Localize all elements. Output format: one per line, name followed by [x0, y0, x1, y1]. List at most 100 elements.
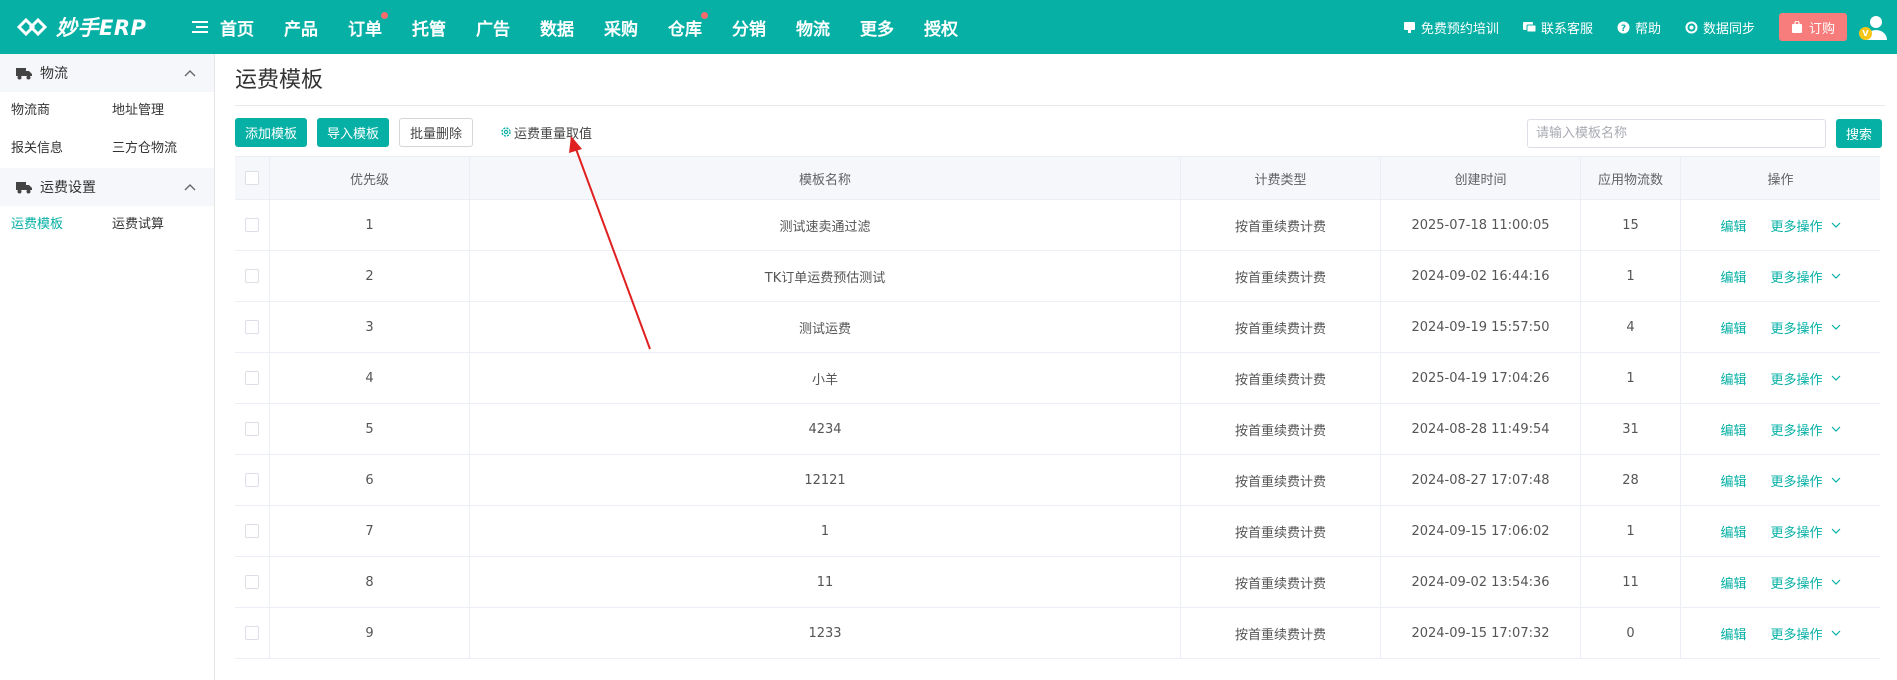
- table-row: 8 11 按首重续费计费 2024-09-02 13:54:36 11 编辑 更多操作: [235, 557, 1880, 608]
- toolbar: 添加模板 导入模板 批量删除 运费重量取值 搜索: [235, 106, 1885, 158]
- more-actions-dropdown[interactable]: 更多操作: [1771, 216, 1841, 235]
- edit-link[interactable]: 编辑: [1720, 420, 1746, 439]
- order-button[interactable]: 订购: [1778, 13, 1847, 41]
- user-avatar[interactable]: V: [1859, 14, 1889, 40]
- nav-item-ads[interactable]: 广告: [476, 15, 510, 40]
- row-checkbox[interactable]: [245, 524, 259, 538]
- more-actions-dropdown[interactable]: 更多操作: [1771, 522, 1841, 541]
- table-row: 9 1233 按首重续费计费 2024-09-15 17:07:32 0 编辑 更多操作: [235, 608, 1880, 659]
- nav-item-purchase[interactable]: 采购: [604, 15, 638, 40]
- gear-icon: [501, 127, 511, 137]
- more-actions-dropdown[interactable]: 更多操作: [1771, 573, 1841, 592]
- sidebar-item-address[interactable]: 地址管理: [112, 92, 213, 130]
- more-actions-label: 更多操作: [1770, 423, 1823, 439]
- edit-link[interactable]: 编辑: [1720, 624, 1746, 643]
- row-checkbox[interactable]: [245, 575, 259, 589]
- cell-created: 2024-08-27 17:07:48: [1381, 455, 1581, 505]
- weight-setting-link[interactable]: 运费重量取值: [500, 123, 592, 142]
- import-template-button[interactable]: 导入模板: [317, 117, 390, 147]
- sidebar-group-label: 物流: [40, 66, 68, 82]
- row-checkbox[interactable]: [245, 269, 259, 283]
- sidebar-group-logistics[interactable]: 物流: [0, 54, 214, 92]
- more-actions-dropdown[interactable]: 更多操作: [1771, 471, 1841, 490]
- cell-count: 15: [1581, 200, 1681, 250]
- nav-item-data[interactable]: 数据: [540, 15, 574, 40]
- edit-link[interactable]: 编辑: [1720, 522, 1746, 541]
- chevron-down-icon: [1831, 630, 1840, 636]
- cell-created: 2024-09-02 13:54:36: [1381, 557, 1581, 607]
- edit-link[interactable]: 编辑: [1720, 216, 1746, 235]
- cell-priority: 1: [270, 200, 470, 250]
- more-actions-dropdown[interactable]: 更多操作: [1771, 318, 1841, 337]
- sidebar-group-freight[interactable]: 运费设置: [0, 168, 214, 206]
- sidebar-item-freight-calc[interactable]: 运费试算: [112, 206, 213, 244]
- cell-ops: 编辑 更多操作: [1681, 353, 1880, 403]
- row-checkbox[interactable]: [245, 320, 259, 334]
- table-body: 1 测试速卖通过滤 按首重续费计费 2025-07-18 11:00:05 15 编辑 更多…: [235, 200, 1880, 659]
- cell-priority: 8: [270, 557, 470, 607]
- app-logo[interactable]: 妙手ERP: [0, 0, 182, 54]
- add-template-button[interactable]: 添加模板: [235, 117, 308, 147]
- more-actions-dropdown[interactable]: 更多操作: [1771, 420, 1841, 439]
- sidebar-item-3pl[interactable]: 三方仓物流: [112, 130, 213, 168]
- cell-name: 测试运费: [470, 302, 1181, 352]
- sync-icon: [1685, 21, 1698, 33]
- row-checkbox[interactable]: [245, 626, 259, 640]
- row-checkbox[interactable]: [245, 473, 259, 487]
- template-table: 优先级 模板名称 计费类型 创建时间 应用物流数 操作 1 测试速卖通过滤 按首重续…: [235, 156, 1880, 659]
- nav-item-authorize[interactable]: 授权: [924, 15, 958, 40]
- support-link[interactable]: 联系客服: [1522, 18, 1593, 37]
- template-search-input[interactable]: [1527, 119, 1826, 148]
- nav-item-hosting[interactable]: 托管: [412, 15, 446, 40]
- row-checkbox-cell: [235, 404, 270, 454]
- header-ops: 操作: [1767, 172, 1794, 188]
- edit-link[interactable]: 编辑: [1720, 267, 1746, 286]
- chevron-down-icon: [1831, 222, 1840, 228]
- row-checkbox[interactable]: [245, 422, 259, 436]
- header-type: 计费类型: [1181, 157, 1381, 199]
- table-row: 2 TK订单运费预估测试 按首重续费计费 2024-09-02 16:44:16 1 编辑…: [235, 251, 1880, 302]
- sidebar-item-freight-template[interactable]: 运费模板: [11, 206, 112, 244]
- nav-item-warehouse[interactable]: 仓库: [668, 11, 708, 40]
- edit-link[interactable]: 编辑: [1720, 573, 1746, 592]
- more-actions-dropdown[interactable]: 更多操作: [1771, 267, 1841, 286]
- nav-item-distribution[interactable]: 分销: [732, 15, 766, 40]
- cell-count: 1: [1581, 251, 1681, 301]
- cell-ops: 编辑 更多操作: [1681, 455, 1880, 505]
- nav-item-orders[interactable]: 订单: [348, 11, 388, 40]
- cell-name: 1233: [470, 608, 1181, 658]
- chevron-down-icon: [1831, 477, 1840, 483]
- row-checkbox[interactable]: [245, 218, 259, 232]
- training-link[interactable]: 免费预约培训: [1403, 18, 1499, 37]
- cell-type: 按首重续费计费: [1181, 302, 1381, 352]
- nav-item-more[interactable]: 更多: [860, 15, 894, 40]
- search-button[interactable]: 搜索: [1836, 119, 1882, 148]
- row-checkbox-cell: [235, 302, 270, 352]
- row-checkbox-cell: [235, 557, 270, 607]
- chevron-down-icon: [1831, 579, 1840, 585]
- more-actions-dropdown[interactable]: 更多操作: [1771, 369, 1841, 388]
- edit-link[interactable]: 编辑: [1720, 318, 1746, 337]
- help-link[interactable]: ? 帮助: [1617, 18, 1661, 37]
- data-sync-link[interactable]: 数据同步: [1685, 18, 1755, 37]
- edit-link[interactable]: 编辑: [1720, 471, 1746, 490]
- cell-created: 2024-09-02 16:44:16: [1381, 251, 1581, 301]
- nav-item-products[interactable]: 产品: [284, 15, 318, 40]
- more-actions-dropdown[interactable]: 更多操作: [1771, 624, 1841, 643]
- menu-toggle-icon[interactable]: [190, 0, 210, 54]
- select-all-checkbox[interactable]: [245, 171, 259, 185]
- more-actions-label: 更多操作: [1770, 270, 1823, 286]
- table-row: 4 小羊 按首重续费计费 2025-04-19 17:04:26 1 编辑 更多操作: [235, 353, 1880, 404]
- nav-item-logistics[interactable]: 物流: [796, 15, 830, 40]
- edit-link[interactable]: 编辑: [1720, 369, 1746, 388]
- cell-priority: 4: [270, 353, 470, 403]
- row-checkbox[interactable]: [245, 371, 259, 385]
- cell-count: 1: [1581, 353, 1681, 403]
- chevron-up-icon: [184, 184, 196, 191]
- batch-delete-button[interactable]: 批量删除: [399, 117, 474, 147]
- sidebar-item-customs[interactable]: 报关信息: [11, 130, 112, 168]
- nav-item-home[interactable]: 首页: [220, 15, 254, 40]
- header-created: 创建时间: [1381, 157, 1581, 199]
- more-actions-label: 更多操作: [1770, 219, 1823, 235]
- sidebar-item-carrier[interactable]: 物流商: [11, 92, 112, 130]
